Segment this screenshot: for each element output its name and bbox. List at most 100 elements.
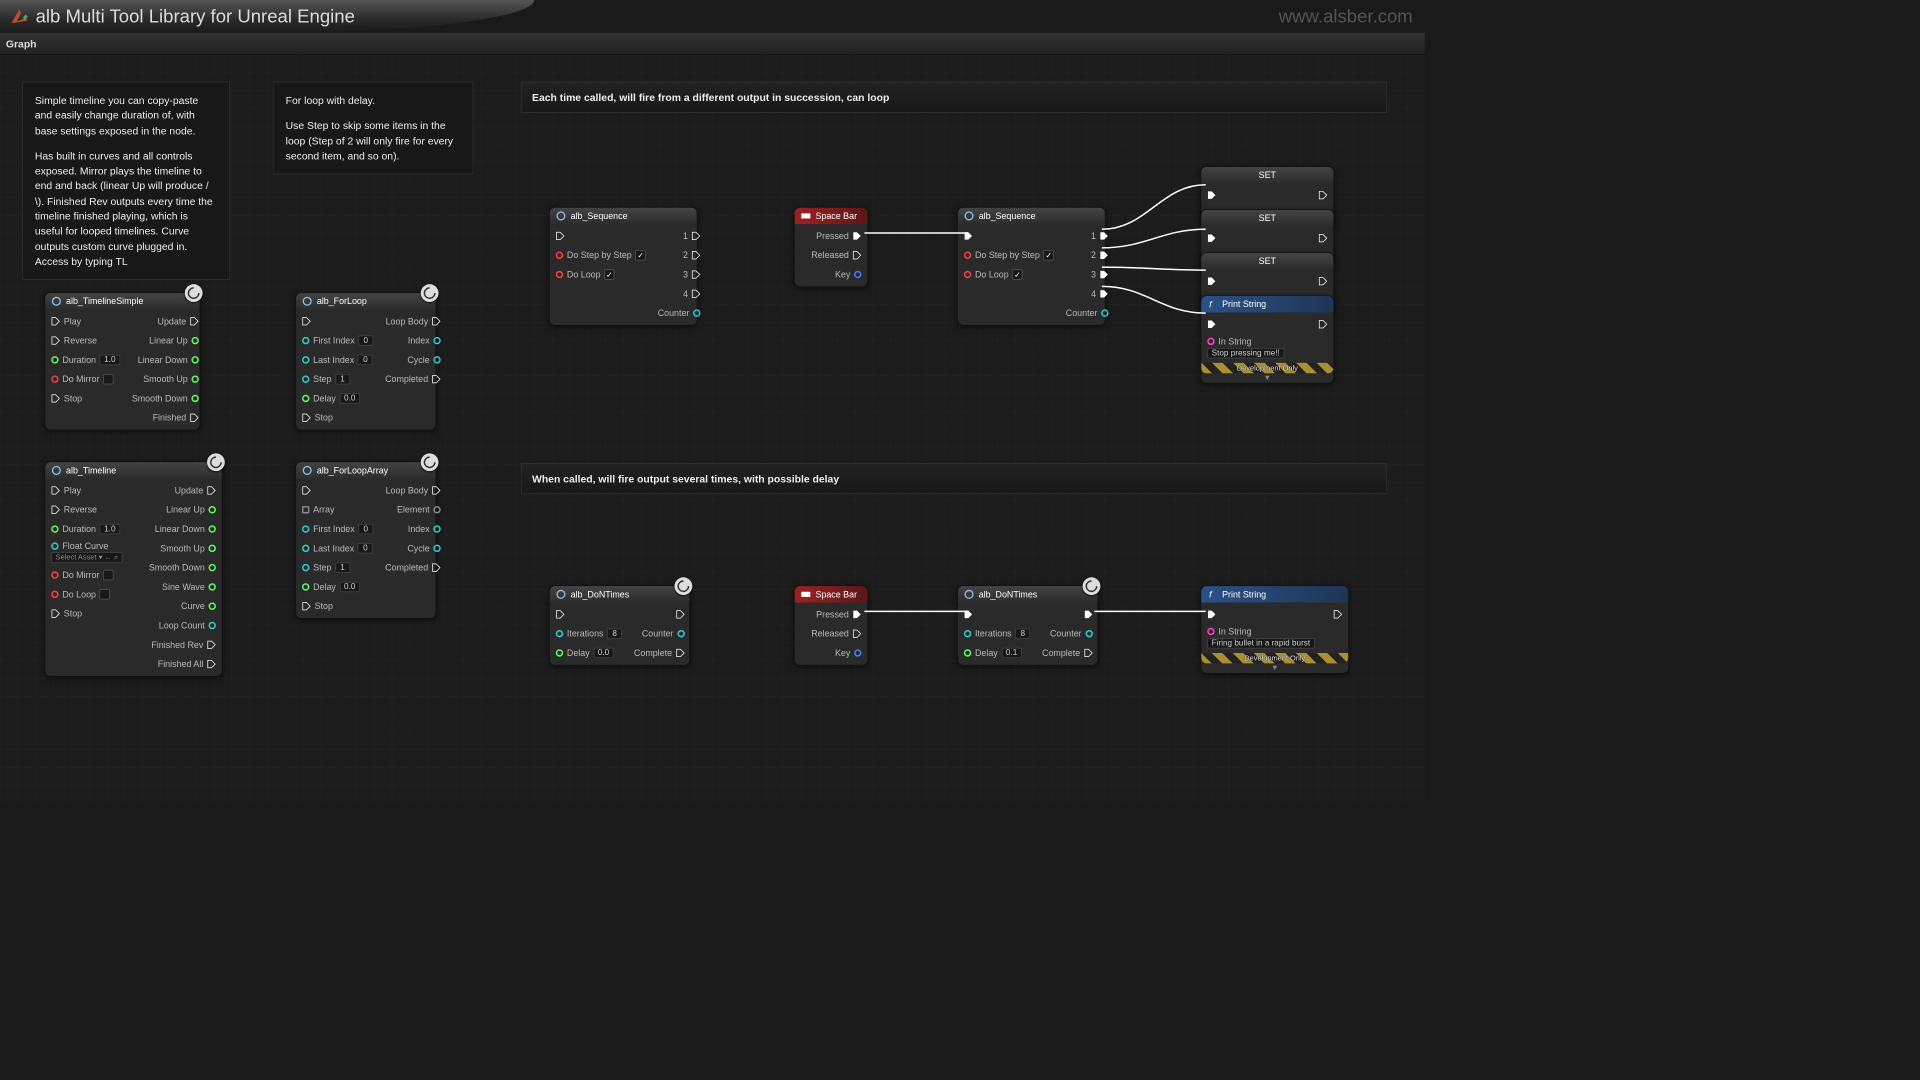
expand-icon[interactable]: ▼ — [1201, 373, 1333, 383]
pin-doloop[interactable]: Do Loop✓ — [958, 267, 1029, 282]
pin-loop-body[interactable]: Loop Body — [380, 314, 447, 329]
node-spacebar-2[interactable]: Space Bar Pressed Released Key — [794, 585, 868, 665]
pin-do-mirror[interactable]: Do Mirror — [45, 372, 119, 387]
pin-exec-in[interactable] — [550, 607, 571, 622]
pin-counter[interactable]: Counter — [1060, 306, 1115, 321]
expand-icon[interactable]: ▼ — [1201, 663, 1348, 673]
pin-do-mirror[interactable]: Do Mirror — [45, 568, 119, 583]
pin-in-string[interactable]: In StringStop pressing me!! — [1201, 336, 1290, 358]
pin-delay[interactable]: Delay0.0 — [550, 646, 620, 661]
node-timeline-simple[interactable]: alb_TimelineSimple Play Reverse Duration… — [45, 292, 201, 430]
pin-linear-down[interactable]: Linear Down — [149, 522, 222, 537]
pin-exec-in[interactable] — [296, 314, 317, 329]
pin-play[interactable]: Play — [45, 483, 87, 498]
pin-duration[interactable]: Duration1.0 — [45, 352, 126, 367]
pin-out-3[interactable]: 3 — [677, 267, 706, 282]
pin-reverse[interactable]: Reverse — [45, 502, 103, 517]
pin-exec-in[interactable] — [958, 229, 979, 244]
pin-in-string[interactable]: In StringFiring bullet in a rapid burst — [1201, 626, 1320, 648]
pin-exec-out[interactable] — [1313, 188, 1334, 203]
node-dontimes-2[interactable]: alb_DoNTimes Iterations8 Delay0.1 Counte… — [957, 585, 1098, 665]
pin-float-curve[interactable]: Float CurveSelect Asset ▾ ← ⌕ — [45, 541, 128, 563]
pin-smooth-down[interactable]: Smooth Down — [143, 560, 222, 575]
pin-last-index[interactable]: Last Index0 — [296, 541, 379, 556]
pin-curve[interactable]: Curve — [175, 599, 222, 614]
pin-out-3[interactable]: 3 — [1085, 267, 1114, 282]
pin-released[interactable]: Released — [805, 626, 867, 641]
pin-array[interactable]: Array — [296, 502, 340, 517]
tab-graph[interactable]: Graph — [6, 37, 37, 49]
pin-delay[interactable]: Delay0.1 — [958, 646, 1028, 661]
pin-exec-in[interactable] — [296, 483, 317, 498]
pin-out-1[interactable]: 1 — [1085, 229, 1114, 244]
pin-stop[interactable]: Stop — [45, 391, 88, 406]
pin-completed[interactable]: Completed — [379, 560, 447, 575]
pin-exec-in[interactable] — [1201, 231, 1222, 246]
pin-linear-up[interactable]: Linear Up — [143, 333, 205, 348]
pin-finished-rev[interactable]: Finished Rev — [145, 637, 221, 652]
pin-linear-down[interactable]: Linear Down — [132, 352, 205, 367]
pin-exec-out[interactable] — [1078, 607, 1099, 622]
pin-stepbystep[interactable]: Do Step by Step✓ — [550, 248, 652, 263]
pin-out-1[interactable]: 1 — [677, 229, 706, 244]
pin-exec-in[interactable] — [1201, 317, 1222, 332]
pin-delay[interactable]: Delay0.0 — [296, 391, 366, 406]
pin-play[interactable]: Play — [45, 314, 87, 329]
pin-exec-out[interactable] — [1313, 274, 1334, 289]
pin-completed[interactable]: Completed — [379, 372, 447, 387]
pin-exec-in[interactable] — [1201, 607, 1222, 622]
pin-smooth-down[interactable]: Smooth Down — [126, 391, 205, 406]
pin-smooth-up[interactable]: Smooth Up — [154, 541, 222, 556]
pin-sine-wave[interactable]: Sine Wave — [156, 580, 222, 595]
pin-exec-in[interactable] — [958, 607, 979, 622]
pin-stop[interactable]: Stop — [45, 606, 88, 621]
pin-do-loop[interactable]: Do Loop — [45, 587, 116, 602]
pin-key[interactable]: Key — [829, 267, 867, 282]
node-timeline[interactable]: alb_Timeline Play Reverse Duration1.0 Fl… — [45, 462, 223, 677]
pin-exec-in[interactable] — [1201, 274, 1222, 289]
pin-last-index[interactable]: Last Index0 — [296, 352, 379, 367]
pin-loop-body[interactable]: Loop Body — [380, 483, 447, 498]
node-print-string-1[interactable]: fPrint String In StringStop pressing me!… — [1201, 295, 1335, 383]
pin-stepbystep[interactable]: Do Step by Step✓ — [958, 248, 1060, 263]
pin-update[interactable]: Update — [169, 483, 222, 498]
pin-exec-out[interactable] — [670, 607, 691, 622]
pin-exec-out[interactable] — [1313, 317, 1334, 332]
node-spacebar-1[interactable]: Space Bar Pressed Released Key — [794, 207, 868, 287]
pin-finished[interactable]: Finished — [147, 410, 205, 425]
node-dontimes-1[interactable]: alb_DoNTimes Iterations8 Delay0.0 Counte… — [549, 585, 690, 665]
pin-counter[interactable]: Counter — [1044, 626, 1099, 641]
pin-loop-count[interactable]: Loop Count — [153, 618, 222, 633]
pin-out-2[interactable]: 2 — [677, 248, 706, 263]
pin-pressed[interactable]: Pressed — [810, 229, 867, 244]
pin-smooth-up[interactable]: Smooth Up — [137, 372, 205, 387]
pin-exec-in[interactable] — [550, 229, 571, 244]
node-forloop-array[interactable]: alb_ForLoopArray Array First Index0 Last… — [295, 462, 436, 619]
pin-key[interactable]: Key — [829, 646, 867, 661]
pin-delay[interactable]: Delay0.0 — [296, 580, 366, 595]
pin-complete[interactable]: Complete — [628, 646, 691, 661]
pin-index[interactable]: Index — [402, 333, 447, 348]
pin-iterations[interactable]: Iterations8 — [550, 626, 628, 641]
pin-cycle[interactable]: Cycle — [401, 352, 446, 367]
pin-out-4[interactable]: 4 — [1085, 286, 1114, 301]
pin-released[interactable]: Released — [805, 248, 867, 263]
pin-cycle[interactable]: Cycle — [401, 541, 446, 556]
pin-exec-out[interactable] — [1313, 231, 1334, 246]
pin-exec-in[interactable] — [1201, 188, 1222, 203]
pin-element[interactable]: Element — [391, 502, 447, 517]
asset-picker[interactable]: Select Asset ▾ ← ⌕ — [51, 552, 122, 563]
pin-stop[interactable]: Stop — [296, 410, 339, 425]
pin-first-index[interactable]: First Index0 — [296, 522, 379, 537]
node-forloop[interactable]: alb_ForLoop First Index0 Last Index0 Ste… — [295, 292, 436, 430]
pin-first-index[interactable]: First Index0 — [296, 333, 379, 348]
node-sequence-2[interactable]: alb_Sequence Do Step by Step✓ Do Loop✓ 1… — [957, 207, 1105, 326]
node-header[interactable]: alb_TimelineSimple — [45, 293, 199, 309]
pin-iterations[interactable]: Iterations8 — [958, 626, 1036, 641]
pin-step[interactable]: Step1 — [296, 560, 356, 575]
node-print-string-2[interactable]: fPrint String In StringFiring bullet in … — [1201, 585, 1349, 673]
pin-counter[interactable]: Counter — [652, 306, 707, 321]
pin-reverse[interactable]: Reverse — [45, 333, 103, 348]
pin-exec-out[interactable] — [1327, 607, 1348, 622]
pin-stop[interactable]: Stop — [296, 599, 339, 614]
